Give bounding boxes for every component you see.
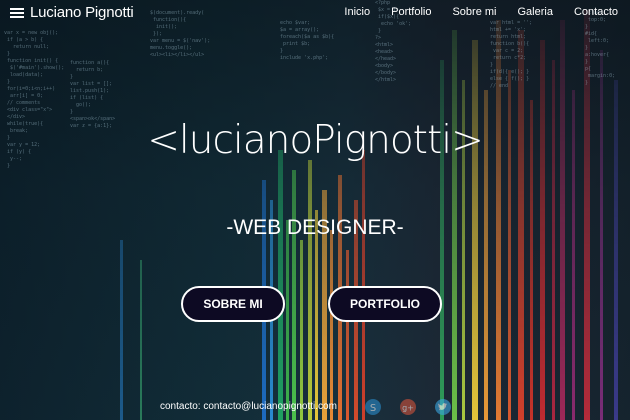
main-nav: Inicio Portfolio Sobre mi Galeria Contac… — [323, 6, 618, 18]
footer-contact[interactable]: contacto: contacto@lucianopignotti.com — [160, 401, 337, 412]
menu-icon[interactable] — [10, 7, 24, 18]
svg-text:S: S — [370, 403, 376, 414]
background-code-image: var x = new obj(); if (a > b) { return n… — [0, 0, 630, 420]
sobre-mi-button[interactable]: SOBRE MI — [181, 286, 285, 322]
hero-subtitle: -WEB DESIGNER- — [226, 216, 404, 239]
nav-item-inicio[interactable]: Inicio — [344, 6, 370, 18]
google-plus-icon[interactable]: g+ — [399, 398, 417, 416]
nav-item-sobre-mi[interactable]: Sobre mi — [452, 6, 496, 18]
portfolio-button[interactable]: PORTFOLIO — [328, 286, 442, 322]
skype-icon[interactable]: S — [364, 398, 382, 416]
brand-name[interactable]: Luciano Pignotti — [30, 4, 134, 21]
code-text-decoration: function a(){ return b; } var list = [];… — [70, 60, 116, 129]
nav-item-galeria[interactable]: Galeria — [518, 6, 553, 18]
code-text-decoration: $(document).ready( function(){ init(); }… — [150, 10, 211, 58]
twitter-icon[interactable] — [434, 398, 452, 416]
top-navigation-bar: Luciano Pignotti Inicio Portfolio Sobre … — [0, 0, 630, 26]
site-brand[interactable]: Luciano Pignotti — [10, 4, 134, 21]
code-text-decoration: <?php $x = 1; if($x){ echo 'ok'; } ?> <h… — [375, 0, 412, 83]
nav-item-portfolio[interactable]: Portfolio — [391, 6, 431, 18]
code-text-decoration: .class{ top:0; } #id{ left:0; } a:hover{… — [585, 10, 616, 86]
code-text-decoration: var html = ''; html += 'x'; return html;… — [490, 20, 533, 89]
hero-title: <lucianoPignotti> — [147, 118, 484, 163]
svg-text:g+: g+ — [402, 404, 414, 413]
nav-item-contacto[interactable]: Contacto — [574, 6, 618, 18]
